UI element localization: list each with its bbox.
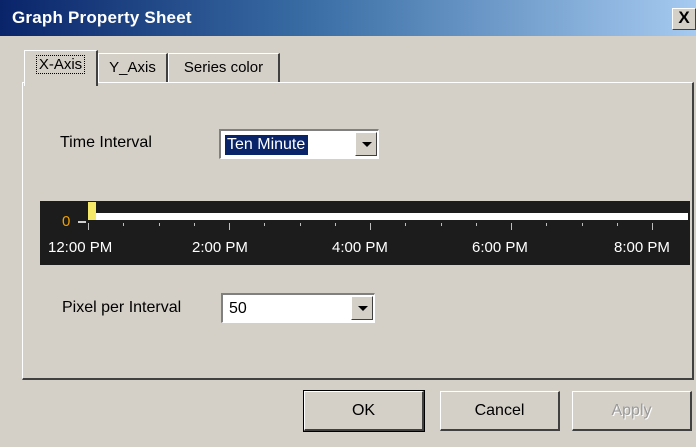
ok-button[interactable]: OK bbox=[303, 390, 425, 432]
graph-property-sheet-dialog: Graph Property Sheet X X-Axis Y_Axis Ser… bbox=[0, 0, 696, 447]
time-interval-select[interactable]: Ten Minute bbox=[219, 129, 379, 159]
time-axis-preview: 0 12:00 PM 2:00 PM 4:00 PM 6:00 PM 8:00 … bbox=[40, 201, 690, 265]
axis-major-tick bbox=[229, 223, 230, 230]
axis-minor-tick bbox=[158, 223, 160, 226]
axis-zero-label: 0 bbox=[62, 213, 71, 230]
axis-minor-tick bbox=[616, 223, 618, 226]
axis-minor-tick bbox=[334, 223, 336, 226]
time-interval-value: Ten Minute bbox=[225, 135, 309, 155]
axis-major-tick bbox=[88, 223, 89, 230]
tab-y-axis[interactable]: Y_Axis bbox=[98, 53, 168, 85]
axis-minor-tick bbox=[299, 223, 301, 226]
axis-minor-tick bbox=[405, 223, 407, 226]
close-icon: X bbox=[678, 8, 690, 27]
chevron-down-icon[interactable] bbox=[351, 296, 373, 320]
axis-minor-tick bbox=[581, 223, 583, 226]
pixel-per-interval-select[interactable]: 50 bbox=[221, 293, 375, 323]
close-button[interactable]: X bbox=[672, 8, 696, 30]
time-axis-line bbox=[88, 213, 688, 220]
pixel-per-interval-label: Pixel per Interval bbox=[62, 299, 182, 316]
tab-series-color[interactable]: Series color bbox=[168, 53, 280, 85]
axis-tick-label: 2:00 PM bbox=[192, 239, 248, 256]
axis-major-tick bbox=[370, 223, 371, 230]
axis-minor-tick bbox=[264, 223, 266, 226]
axis-start-marker bbox=[88, 202, 96, 220]
pixel-per-interval-value: 50 bbox=[229, 300, 247, 317]
title-bar[interactable]: Graph Property Sheet X bbox=[0, 0, 696, 36]
tab-x-axis[interactable]: X-Axis bbox=[24, 50, 98, 86]
window-title: Graph Property Sheet bbox=[12, 8, 192, 27]
axis-minor-tick bbox=[123, 223, 125, 226]
axis-minor-tick bbox=[193, 223, 195, 226]
apply-button[interactable]: Apply bbox=[572, 391, 692, 431]
cancel-button[interactable]: Cancel bbox=[440, 391, 560, 431]
tab-series-color-label: Series color bbox=[183, 59, 264, 76]
tab-x-axis-label: X-Axis bbox=[35, 55, 86, 74]
axis-tick-label: 12:00 PM bbox=[48, 239, 113, 256]
axis-minor-tick bbox=[475, 223, 477, 226]
axis-minor-tick bbox=[440, 223, 442, 226]
axis-major-tick bbox=[652, 223, 653, 230]
time-interval-label: Time Interval bbox=[60, 134, 152, 151]
axis-tick-label: 8:00 PM bbox=[614, 239, 670, 256]
axis-tick-label: 4:00 PM bbox=[332, 239, 388, 256]
axis-major-tick bbox=[511, 223, 512, 230]
chevron-down-icon[interactable] bbox=[355, 132, 377, 156]
axis-tick-label: 6:00 PM bbox=[472, 239, 528, 256]
tab-y-axis-label: Y_Axis bbox=[109, 59, 156, 76]
axis-zero-tick bbox=[78, 221, 86, 223]
axis-minor-tick bbox=[546, 223, 548, 226]
